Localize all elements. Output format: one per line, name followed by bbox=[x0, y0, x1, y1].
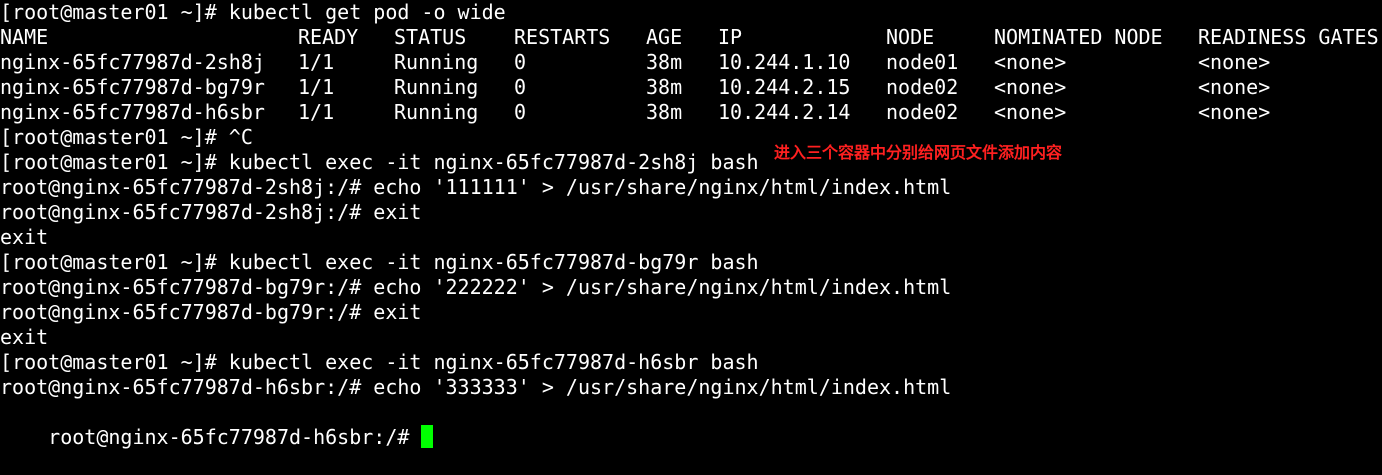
pod-restarts: 0 bbox=[514, 100, 527, 124]
terminal-line: [root@master01 ~]# kubectl exec -it ngin… bbox=[0, 250, 759, 274]
terminal-window[interactable]: [root@master01 ~]# kubectl get pod -o wi… bbox=[0, 0, 1382, 449]
terminal-line: root@nginx-65fc77987d-2sh8j:/# echo '111… bbox=[0, 175, 952, 199]
header-ip: IP bbox=[718, 25, 743, 49]
header-nominated-node: NOMINATED NODE bbox=[994, 25, 1163, 49]
header-node: NODE bbox=[886, 25, 935, 49]
terminal-line: [root@master01 ~]# ^C bbox=[0, 125, 253, 149]
red-annotation-note: 进入三个容器中分别给网页文件添加内容 bbox=[774, 143, 1063, 162]
header-name: NAME bbox=[0, 25, 49, 49]
terminal-line: exit bbox=[0, 325, 49, 349]
pod-age: 38m bbox=[646, 50, 683, 74]
pod-ready: 1/1 bbox=[298, 75, 335, 99]
pod-status: Running bbox=[394, 75, 479, 99]
pod-ready: 1/1 bbox=[298, 100, 335, 124]
pod-nominated-node: <none> bbox=[994, 75, 1067, 99]
header-restarts: RESTARTS bbox=[514, 25, 611, 49]
header-readiness-gates: READINESS GATES bbox=[1198, 25, 1379, 49]
pod-name: nginx-65fc77987d-bg79r bbox=[0, 75, 265, 99]
table-row: nginx-65fc77987d-2sh8j 1/1 Running 0 38m… bbox=[0, 50, 1382, 75]
header-status: STATUS bbox=[394, 25, 467, 49]
pod-status: Running bbox=[394, 50, 479, 74]
terminal-line: root@nginx-65fc77987d-2sh8j:/# exit bbox=[0, 200, 422, 224]
pod-name: nginx-65fc77987d-h6sbr bbox=[0, 100, 265, 124]
header-age: AGE bbox=[646, 25, 683, 49]
pod-age: 38m bbox=[646, 75, 683, 99]
pod-age: 38m bbox=[646, 100, 683, 124]
pod-table-header: NAME READY STATUS RESTARTS AGE IP NODE N… bbox=[0, 25, 1382, 50]
pod-restarts: 0 bbox=[514, 75, 527, 99]
pod-readiness-gates: <none> bbox=[1198, 75, 1271, 99]
table-row: nginx-65fc77987d-h6sbr 1/1 Running 0 38m… bbox=[0, 100, 1382, 125]
pod-ready: 1/1 bbox=[298, 50, 335, 74]
pod-readiness-gates: <none> bbox=[1198, 100, 1271, 124]
pod-node: node02 bbox=[886, 75, 959, 99]
pod-nominated-node: <none> bbox=[994, 50, 1067, 74]
terminal-line: root@nginx-65fc77987d-bg79r:/# echo '222… bbox=[0, 275, 952, 299]
pod-ip: 10.244.2.14 bbox=[718, 100, 851, 124]
pod-node: node01 bbox=[886, 50, 959, 74]
terminal-line: root@nginx-65fc77987d-bg79r:/# exit bbox=[0, 300, 422, 324]
header-ready: READY bbox=[298, 25, 359, 49]
table-row: nginx-65fc77987d-bg79r 1/1 Running 0 38m… bbox=[0, 75, 1382, 100]
terminal-line: [root@master01 ~]# kubectl exec -it ngin… bbox=[0, 150, 759, 174]
pod-ip: 10.244.1.10 bbox=[718, 50, 851, 74]
terminal-line: [root@master01 ~]# kubectl exec -it ngin… bbox=[0, 350, 759, 374]
terminal-input-line[interactable]: root@nginx-65fc77987d-h6sbr:/# bbox=[0, 400, 434, 449]
terminal-line: root@nginx-65fc77987d-h6sbr:/# echo '333… bbox=[0, 375, 952, 399]
terminal-line-get-pod: [root@master01 ~]# kubectl get pod -o wi… bbox=[0, 0, 506, 24]
terminal-cursor bbox=[421, 425, 434, 448]
terminal-line: exit bbox=[0, 225, 49, 249]
pod-node: node02 bbox=[886, 100, 959, 124]
pod-status: Running bbox=[394, 100, 479, 124]
pod-nominated-node: <none> bbox=[994, 100, 1067, 124]
pod-name: nginx-65fc77987d-2sh8j bbox=[0, 50, 265, 74]
pod-ip: 10.244.2.15 bbox=[718, 75, 851, 99]
terminal-prompt: root@nginx-65fc77987d-h6sbr:/# bbox=[48, 425, 422, 449]
pod-readiness-gates: <none> bbox=[1198, 50, 1271, 74]
pod-restarts: 0 bbox=[514, 50, 527, 74]
